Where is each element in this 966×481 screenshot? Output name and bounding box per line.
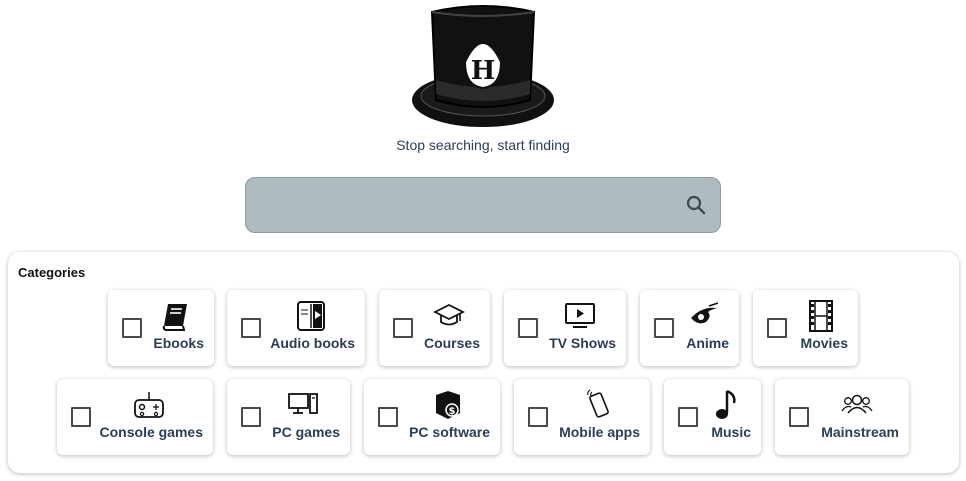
categories-panel: Categories Ebooks Audio books Courses TV… — [8, 252, 959, 473]
tagline: Stop searching, start finding — [396, 137, 570, 153]
film-strip-icon — [809, 300, 833, 332]
category-ebooks[interactable]: Ebooks — [108, 290, 214, 366]
music-note-icon — [716, 389, 736, 419]
svg-text:$: $ — [449, 406, 456, 417]
category-mainstream[interactable]: Mainstream — [775, 379, 909, 455]
book-icon — [162, 304, 187, 331]
desktop-pc-icon — [288, 393, 318, 414]
category-tv-shows[interactable]: TV Shows — [504, 290, 626, 366]
software-box-icon: $ — [436, 391, 460, 419]
mainstream-checkbox[interactable] — [789, 407, 809, 427]
audiobook-icon — [297, 301, 325, 331]
logo-letter: H — [471, 56, 496, 86]
category-courses[interactable]: Courses — [379, 290, 490, 366]
anime-checkbox[interactable] — [654, 318, 674, 338]
pc-games-checkbox[interactable] — [241, 407, 261, 427]
movies-checkbox[interactable] — [767, 318, 787, 338]
mobile-apps-label: Mobile apps — [559, 424, 640, 440]
courses-checkbox[interactable] — [393, 318, 413, 338]
anime-eye-icon — [691, 302, 719, 324]
tv-shows-label: TV Shows — [549, 335, 616, 351]
categories-title: Categories — [18, 265, 86, 280]
category-audio-books[interactable]: Audio books — [227, 290, 365, 366]
category-pc-software[interactable]: $ PC software — [364, 379, 500, 455]
search-input[interactable] — [260, 190, 670, 222]
top-hat-logo: H — [412, 5, 554, 127]
music-checkbox[interactable] — [678, 407, 698, 427]
category-anime[interactable]: Anime — [640, 290, 739, 366]
tv-icon — [565, 303, 595, 328]
mobile-apps-checkbox[interactable] — [528, 407, 548, 427]
search-icon[interactable] — [684, 193, 708, 217]
pc-software-label: PC software — [409, 424, 490, 440]
courses-label: Courses — [423, 335, 480, 351]
console-games-checkbox[interactable] — [71, 407, 91, 427]
audio-books-checkbox[interactable] — [241, 318, 261, 338]
graduation-cap-icon — [433, 303, 465, 326]
category-console-games[interactable]: Console games — [57, 379, 213, 455]
category-music[interactable]: Music — [664, 379, 761, 455]
anime-label: Anime — [686, 335, 729, 351]
audio-books-label: Audio books — [270, 335, 355, 351]
pc-software-checkbox[interactable] — [378, 407, 398, 427]
console-games-label: Console games — [99, 424, 203, 440]
people-group-icon — [841, 394, 873, 414]
music-label: Music — [711, 424, 751, 440]
category-mobile-apps[interactable]: Mobile apps — [514, 379, 650, 455]
tv-shows-checkbox[interactable] — [518, 318, 538, 338]
pc-games-label: PC games — [272, 424, 340, 440]
search-bar[interactable] — [245, 177, 721, 233]
ebooks-checkbox[interactable] — [122, 318, 142, 338]
mobile-phone-icon — [587, 389, 609, 418]
movies-label: Movies — [800, 335, 848, 351]
mainstream-label: Mainstream — [821, 424, 899, 440]
category-movies[interactable]: Movies — [753, 290, 858, 366]
gamepad-icon — [134, 392, 164, 418]
ebooks-label: Ebooks — [153, 335, 204, 351]
category-pc-games[interactable]: PC games — [227, 379, 350, 455]
